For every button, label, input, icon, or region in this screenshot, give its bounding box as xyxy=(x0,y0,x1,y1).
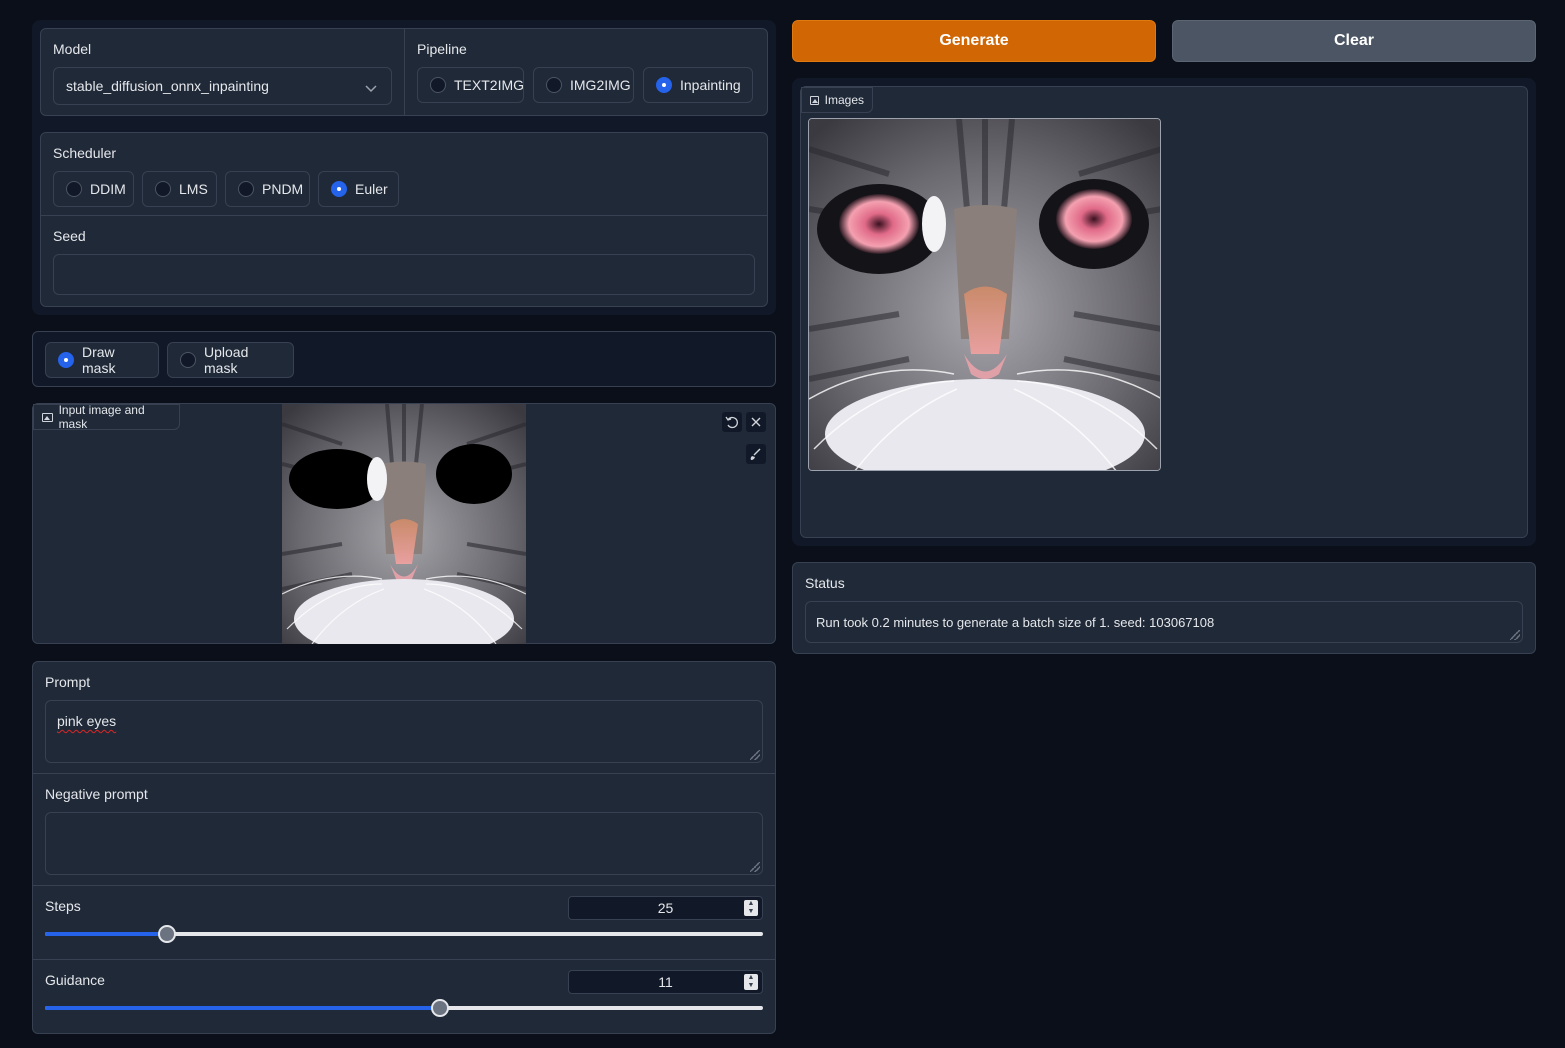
guidance-number-input[interactable]: 11 ▲ ▼ xyxy=(568,970,763,994)
mask-option-label: Upload mask xyxy=(204,344,249,376)
mask-option-draw[interactable]: Draw mask xyxy=(45,342,159,378)
pipeline-option-img2img[interactable]: IMG2IMG xyxy=(533,67,634,103)
generate-button[interactable]: Generate xyxy=(792,20,1156,62)
scheduler-option-ddim[interactable]: DDIM xyxy=(53,171,134,207)
generate-button-label: Generate xyxy=(939,32,1009,49)
input-image-label: Input image and mask xyxy=(58,403,145,431)
gallery-image-thumbnail[interactable] xyxy=(808,118,1161,471)
pipeline-option-label: IMG2IMG xyxy=(570,77,631,93)
steps-label: Steps xyxy=(45,898,81,914)
pipeline-option-text2img[interactable]: TEXT2IMG xyxy=(417,67,524,103)
image-icon xyxy=(42,412,53,422)
guidance-label: Guidance xyxy=(45,972,105,988)
radio-icon xyxy=(66,181,82,197)
steps-value: 25 xyxy=(657,900,674,916)
scheduler-option-euler[interactable]: Euler xyxy=(318,171,399,207)
close-button[interactable] xyxy=(746,412,766,432)
scheduler-option-label: Euler xyxy=(355,181,388,197)
radio-icon xyxy=(155,181,171,197)
chevron-down-icon xyxy=(365,80,377,96)
scheduler-option-pndm[interactable]: PNDM xyxy=(225,171,310,207)
model-dropdown[interactable]: stable_diffusion_onnx_inpainting xyxy=(53,67,392,105)
pipeline-option-inpainting[interactable]: Inpainting xyxy=(643,67,753,103)
pipeline-option-label: Inpainting xyxy=(680,77,741,93)
steps-slider-thumb[interactable] xyxy=(158,925,177,943)
prompt-textarea[interactable]: pink eyes xyxy=(45,700,763,763)
stepper-icon[interactable]: ▲ ▼ xyxy=(744,900,758,916)
divider xyxy=(33,773,775,774)
image-icon xyxy=(810,95,819,105)
guidance-slider-fill xyxy=(45,1006,440,1010)
input-image-tag: Input image and mask xyxy=(33,403,180,431)
brush-icon xyxy=(750,448,761,460)
mask-option-upload[interactable]: Upload mask xyxy=(167,342,294,378)
status-textarea[interactable]: Run took 0.2 minutes to generate a batch… xyxy=(805,601,1523,643)
scheduler-option-label: PNDM xyxy=(262,181,304,197)
guidance-slider-track[interactable] xyxy=(45,1006,763,1010)
gallery-tag: Images xyxy=(801,87,873,113)
radio-icon xyxy=(238,181,254,197)
resize-grip-icon[interactable] xyxy=(750,862,760,872)
input-image-canvas[interactable] xyxy=(282,404,526,644)
model-dropdown-value: stable_diffusion_onnx_inpainting xyxy=(66,78,269,94)
steps-slider-track[interactable] xyxy=(45,932,763,936)
guidance-slider-thumb[interactable] xyxy=(430,999,449,1017)
scheduler-label: Scheduler xyxy=(53,145,117,161)
cat-image-result xyxy=(809,119,1160,470)
seed-label: Seed xyxy=(53,228,86,244)
brush-button[interactable] xyxy=(746,444,766,464)
radio-selected-icon xyxy=(331,181,347,197)
scheduler-option-lms[interactable]: LMS xyxy=(142,171,217,207)
divider xyxy=(33,959,775,960)
undo-button[interactable] xyxy=(722,412,742,432)
model-label: Model xyxy=(53,41,92,57)
divider xyxy=(33,885,775,886)
close-icon xyxy=(751,417,761,427)
radio-icon xyxy=(180,352,196,368)
seed-input[interactable] xyxy=(53,254,755,295)
undo-icon xyxy=(725,416,738,429)
mask-option-label: Draw mask xyxy=(82,344,116,376)
stepper-icon[interactable]: ▲ ▼ xyxy=(744,974,758,990)
resize-grip-icon[interactable] xyxy=(750,750,760,760)
radio-icon xyxy=(546,77,562,93)
status-label: Status xyxy=(805,575,845,591)
gallery-label: Images xyxy=(824,93,864,107)
clear-button[interactable]: Clear xyxy=(1172,20,1536,62)
clear-button-label: Clear xyxy=(1333,32,1375,49)
steps-number-input[interactable]: 25 ▲ ▼ xyxy=(568,896,763,920)
scheduler-option-label: DDIM xyxy=(90,181,126,197)
pipeline-label: Pipeline xyxy=(417,41,467,57)
prompt-text: pink eyes xyxy=(57,713,117,729)
pipeline-option-label: TEXT2IMG xyxy=(454,77,525,93)
status-text: Run took 0.2 minutes to generate a batch… xyxy=(816,615,1215,630)
scheduler-option-label: LMS xyxy=(179,181,208,197)
resize-grip-icon[interactable] xyxy=(1510,630,1520,640)
radio-selected-icon xyxy=(656,77,672,93)
prompt-label: Prompt xyxy=(45,674,91,690)
divider xyxy=(41,215,767,216)
cat-image-masked xyxy=(282,404,526,644)
steps-slider-fill xyxy=(45,932,168,936)
negative-prompt-textarea[interactable] xyxy=(45,812,763,875)
negative-prompt-label: Negative prompt xyxy=(45,786,148,802)
radio-icon xyxy=(430,77,446,93)
model-pipeline-divider xyxy=(404,29,405,115)
radio-selected-icon xyxy=(58,352,74,368)
guidance-value: 11 xyxy=(658,974,673,990)
